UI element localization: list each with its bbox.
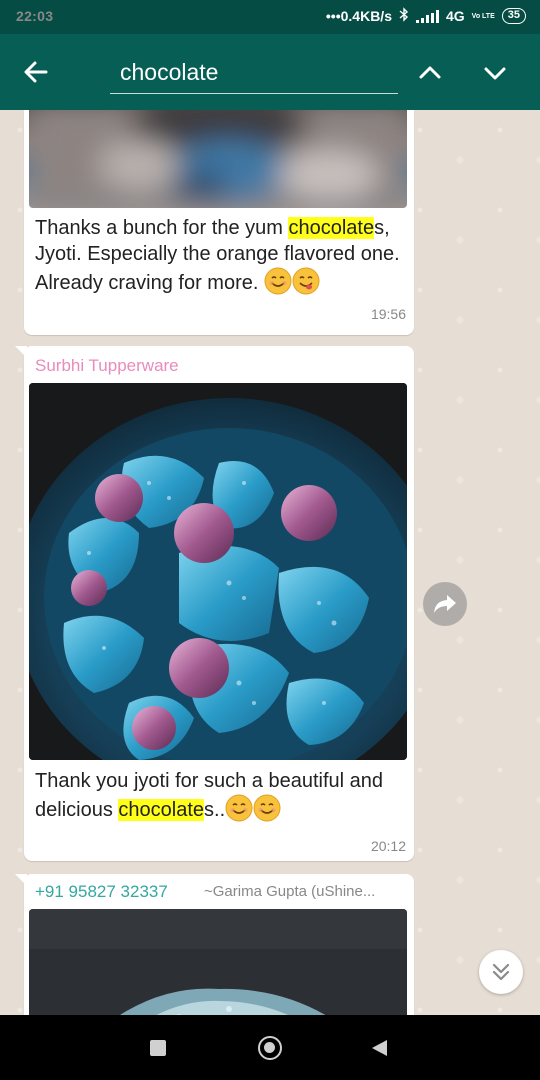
bubble-tail [15,346,27,358]
sender-name[interactable]: Surbhi Tupperware [35,356,179,376]
previous-match-button[interactable] [413,56,447,90]
chevron-up-icon [419,66,441,79]
message-time: 20:12 [370,838,406,854]
bubble-tail [15,874,27,886]
sender-phone[interactable]: +91 95827 32337 [35,882,168,902]
chevron-down-icon [484,67,506,80]
search-header [0,34,540,110]
message-photo-blurred[interactable] [29,110,407,208]
network-type: 4G [445,8,465,24]
message-bubble[interactable]: Thanks a bunch for the yum chocolates, J… [24,110,414,335]
search-highlight: chocolate [118,799,205,821]
sender-alias: ~Garima Gupta (uShine... [204,883,376,900]
back-button[interactable] [18,54,54,90]
volte-label: Vo LTE [471,12,495,20]
message-bubble[interactable]: +91 95827 32337 ~Garima Gupta (uShine... [15,874,414,1015]
home-button[interactable] [258,1036,282,1060]
double-chevron-down-icon [492,963,510,981]
status-icons: •••0.4KB/s 4G Vo LTE 35 [326,7,526,25]
network-speed: •••0.4KB/s [325,8,392,24]
message-text: Thank you jyoti for such a beautiful and… [35,770,383,822]
arrow-left-icon [24,61,48,83]
chat-area[interactable]: Thanks a bunch for the yum chocolates, J… [0,110,540,1015]
search-highlight: chocolate [288,217,375,239]
message-photo[interactable] [29,909,407,1015]
search-input[interactable] [110,52,398,94]
message-text: Thanks a bunch for the yum chocolates, J… [35,217,400,295]
message-photo-chocolates[interactable] [29,383,407,760]
back-nav-button[interactable] [372,1040,387,1056]
smiling-face-emoji [253,794,281,822]
message-time: 19:56 [370,306,406,322]
next-match-button[interactable] [478,56,512,90]
forward-button[interactable] [423,582,467,626]
bluetooth-icon [399,7,409,25]
recents-button[interactable] [150,1040,166,1056]
smiling-face-emoji [264,267,292,295]
message-bubble[interactable]: Surbhi Tupperware Thank you jyoti for su… [15,346,414,861]
face-savoring-food-emoji [292,267,320,295]
status-bar: 22:03 •••0.4KB/s 4G Vo LTE 35 [0,0,540,34]
smiling-face-emoji [225,794,253,822]
scroll-to-bottom-button[interactable] [479,950,523,994]
signal-icon [415,9,439,23]
system-navigation-bar [0,1015,540,1080]
forward-icon [434,595,456,613]
battery-icon: 35 [501,8,526,24]
